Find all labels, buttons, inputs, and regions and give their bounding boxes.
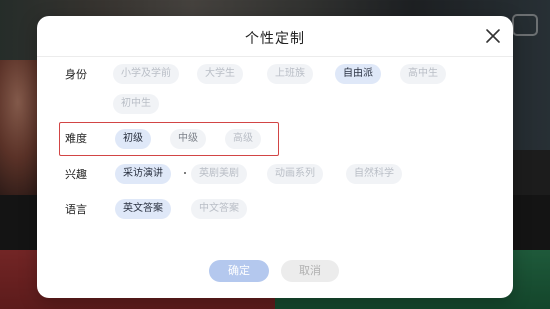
identity-label: 身份 <box>65 68 87 81</box>
interest-option-tv-series[interactable]: 英剧美剧 <box>191 164 247 184</box>
dialog-title: 个性定制 <box>245 31 305 47</box>
identity-option-primary[interactable]: 小学及学前 <box>113 64 179 84</box>
identity-option-freelance[interactable]: 自由派 <box>335 64 381 84</box>
header-divider <box>37 56 513 57</box>
customization-dialog: 个性定制 身份 小学及学前 大学生 上班族 自由派 高中生 初中生 难度 初级 … <box>37 16 513 298</box>
close-icon <box>486 29 500 43</box>
identity-option-highschool[interactable]: 高中生 <box>400 64 446 84</box>
language-label: 语言 <box>65 203 87 216</box>
interest-option-science[interactable]: 自然科学 <box>346 164 402 184</box>
confirm-button[interactable]: 确定 <box>209 260 269 282</box>
identity-option-university[interactable]: 大学生 <box>197 64 243 84</box>
cancel-button[interactable]: 取消 <box>281 260 339 282</box>
interest-option-animation[interactable]: 动画系列 <box>267 164 323 184</box>
language-option-chinese[interactable]: 中文答案 <box>191 199 247 219</box>
interest-option-interview[interactable]: 采访演讲 <box>115 164 171 184</box>
stray-dot <box>184 172 186 174</box>
close-button[interactable] <box>483 26 503 46</box>
interest-label: 兴趣 <box>65 168 87 181</box>
language-option-english[interactable]: 英文答案 <box>115 199 171 219</box>
identity-option-office[interactable]: 上班族 <box>267 64 313 84</box>
identity-option-middleschool[interactable]: 初中生 <box>113 94 159 114</box>
difficulty-highlight-box <box>59 122 279 156</box>
